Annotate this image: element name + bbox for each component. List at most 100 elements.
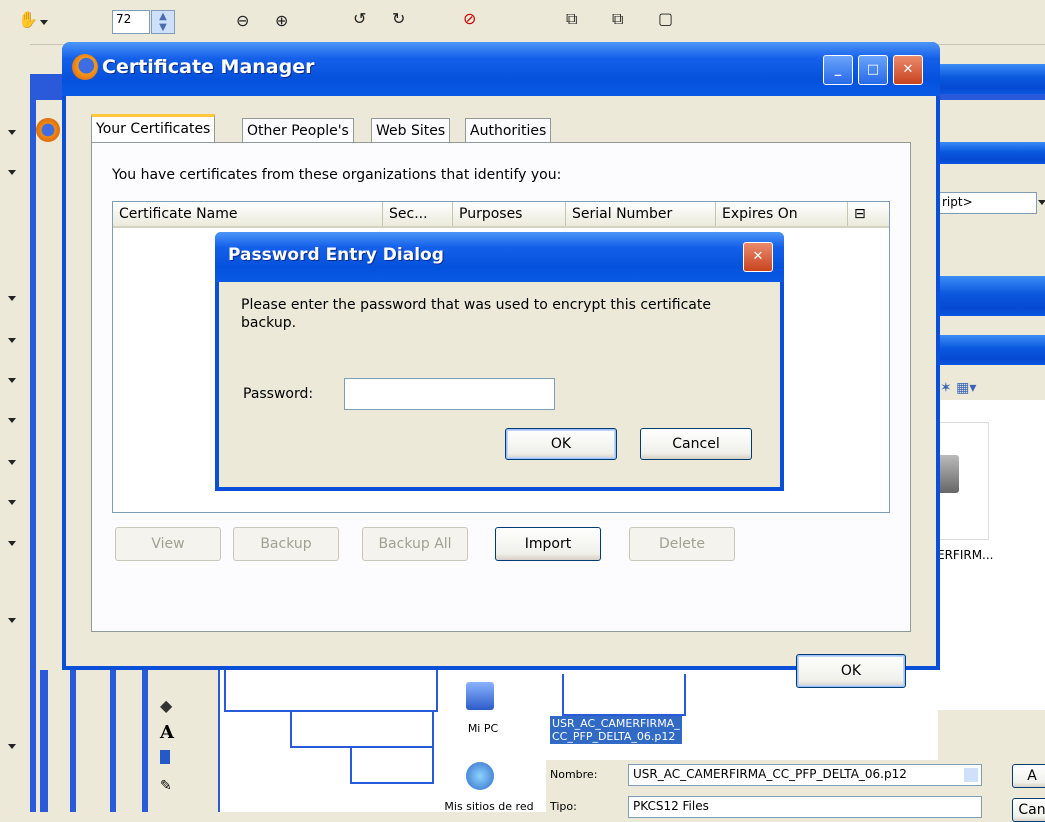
canvas-frame [350, 746, 434, 784]
minimize-button[interactable]: _ [823, 55, 853, 85]
chevron-down-icon[interactable] [8, 338, 16, 343]
column-expires-on[interactable]: Expires On [716, 202, 848, 226]
password-label: Password: [243, 386, 314, 402]
filename-label: Nombre: [550, 768, 598, 781]
chevron-down-icon[interactable] [8, 296, 16, 301]
close-icon: ✕ [902, 62, 914, 77]
dialog-title: Password Entry Dialog [228, 245, 444, 265]
views-icon[interactable]: ✶ ▦▾ [940, 380, 976, 396]
background-frame [40, 670, 48, 812]
maximize-button[interactable]: □ [858, 55, 888, 85]
password-input[interactable] [344, 378, 555, 410]
close-icon: ✕ [752, 249, 764, 264]
cancel-button[interactable]: Cancel [640, 428, 752, 460]
column-security[interactable]: Sec... [383, 202, 453, 226]
chevron-down-icon[interactable] [8, 378, 16, 383]
close-button[interactable]: ✕ [743, 242, 773, 272]
drawing-toolbox: ◆ A ✎ [150, 670, 202, 812]
zoom-out-icon[interactable]: ⊖ [236, 11, 249, 30]
pen-tool-icon[interactable]: ✎ [160, 778, 172, 794]
background-frame [142, 670, 148, 812]
view-button[interactable]: View [115, 527, 221, 561]
left-toolbar [0, 44, 30, 812]
zoom-input[interactable]: 72 [112, 10, 150, 34]
zoom-in-icon[interactable]: ⊕ [275, 11, 288, 30]
save-button[interactable]: A [1012, 764, 1045, 788]
actual-size-icon[interactable]: ▢ [658, 9, 673, 28]
tab-authorities[interactable]: Authorities [465, 118, 552, 142]
background-dropdown[interactable]: ript> [937, 192, 1037, 214]
chevron-down-icon[interactable] [8, 418, 16, 423]
background-title-bar [930, 276, 1045, 316]
dialog-message: Please enter the password that was used … [241, 297, 711, 331]
title-bar[interactable]: Certificate Manager _ □ ✕ [62, 42, 940, 96]
fit-width-icon[interactable]: ⧉ [612, 9, 623, 29]
fill-tool-icon[interactable]: ◆ [160, 696, 172, 715]
tab-web-sites[interactable]: Web Sites [371, 118, 451, 142]
column-purposes[interactable]: Purposes [453, 202, 566, 226]
column-header-row: Certificate Name Sec... Purposes Serial … [113, 202, 889, 228]
column-picker-icon[interactable]: ⊟ [848, 202, 888, 226]
cancel-button[interactable]: Can [1012, 798, 1045, 822]
chevron-down-icon[interactable] [8, 500, 16, 505]
canvas-area [218, 670, 440, 812]
firefox-icon [36, 118, 60, 142]
tool-icon[interactable]: ⊘ [463, 9, 476, 28]
chevron-down-icon[interactable] [8, 618, 16, 623]
dialog-body: Please enter the password that was used … [219, 282, 780, 487]
column-certificate-name[interactable]: Certificate Name [113, 202, 383, 226]
backup-button[interactable]: Backup [233, 527, 339, 561]
ok-button[interactable]: OK [505, 428, 617, 460]
filetype-label: Tipo: [550, 800, 577, 813]
my-computer-icon[interactable] [466, 682, 494, 710]
filename-input[interactable]: USR_AC_CAMERFIRMA_CC_PFP_DELTA_06.p12 [628, 764, 982, 786]
selected-file-label[interactable]: USR_AC_CAMERFIRMA_ CC_PFP_DELTA_06.p12 [550, 716, 682, 744]
chevron-down-icon[interactable] [8, 170, 16, 175]
network-icon[interactable] [466, 762, 494, 790]
text-tool-icon[interactable]: A [160, 722, 174, 743]
column-serial-number[interactable]: Serial Number [566, 202, 716, 226]
ok-button[interactable]: OK [796, 654, 906, 688]
filetype-select[interactable]: PKCS12 Files [628, 796, 982, 818]
canvas-frame [224, 670, 438, 712]
background-frame [70, 670, 76, 812]
chevron-down-icon[interactable] [8, 460, 16, 465]
background-title-bar [930, 335, 1045, 365]
title-bar[interactable]: Password Entry Dialog ✕ [215, 232, 784, 282]
close-button[interactable]: ✕ [893, 55, 923, 85]
file-tile-label: ERFIRM... [937, 548, 994, 562]
chevron-down-icon[interactable] [964, 768, 978, 782]
certificate-file-icon [937, 455, 959, 493]
hand-tool-icon[interactable]: ✋ [18, 10, 38, 29]
window-title: Certificate Manager [102, 56, 315, 78]
minimize-icon: _ [834, 62, 842, 77]
rotate-right-icon[interactable]: ↻ [392, 9, 405, 28]
fit-page-icon[interactable]: ⧉ [566, 9, 577, 29]
intro-text: You have certificates from these organiz… [112, 167, 562, 183]
chevron-down-icon[interactable] [40, 20, 48, 25]
background-title-bar [930, 142, 1045, 164]
import-button[interactable]: Import [495, 527, 601, 561]
places-bar: Mi PC Mis sitios de red [440, 670, 546, 813]
rotate-left-icon[interactable]: ↺ [353, 9, 366, 28]
delete-button[interactable]: Delete [629, 527, 735, 561]
background-frame [110, 670, 116, 812]
chevron-down-icon[interactable] [1038, 200, 1045, 205]
zoom-spinner[interactable]: ▲ ▼ [151, 10, 175, 34]
maximize-icon: □ [866, 62, 880, 77]
canvas-frame [290, 710, 434, 748]
places-label[interactable]: Mi PC [458, 722, 508, 735]
chevron-down-icon[interactable] [8, 541, 16, 546]
toolbar: ✋ 72 ▲ ▼ ⊖ ⊕ ↺ ↻ ⊘ ⧉ ⧉ ▢ [0, 0, 1045, 45]
firefox-icon [72, 54, 98, 80]
chevron-down-icon[interactable] [8, 744, 16, 749]
background-title-bar [930, 64, 1045, 94]
chevron-down-icon[interactable] [8, 130, 16, 135]
file-name-bar: Nombre: USR_AC_CAMERFIRMA_CC_PFP_DELTA_0… [546, 760, 1045, 822]
places-label[interactable]: Mis sitios de red [434, 800, 544, 813]
file-thumbnail[interactable] [562, 674, 686, 716]
tab-other-peoples[interactable]: Other People's [242, 118, 354, 142]
backup-all-button[interactable]: Backup All [362, 527, 468, 561]
tab-your-certificates[interactable]: Your Certificates [91, 114, 216, 143]
color-tool-icon[interactable] [160, 750, 170, 764]
